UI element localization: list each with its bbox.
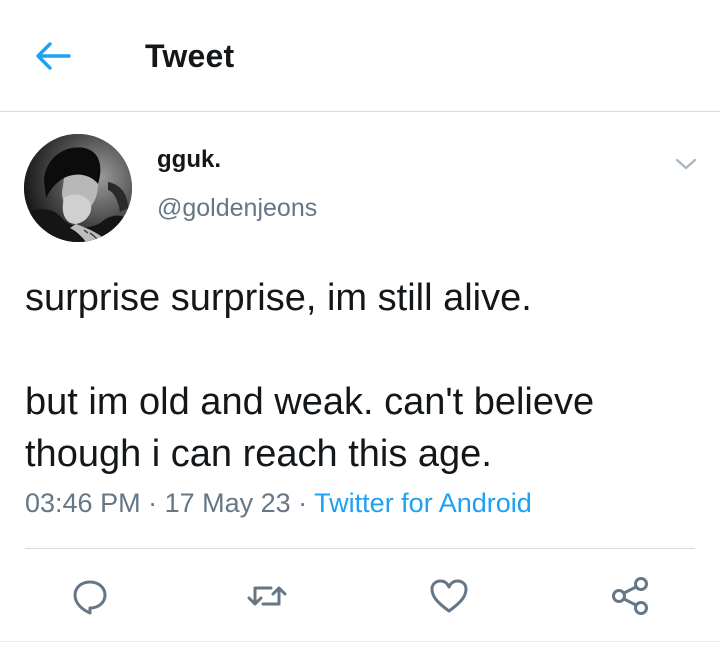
divider xyxy=(25,548,695,549)
share-icon xyxy=(612,577,648,615)
divider xyxy=(0,641,720,642)
more-options-button[interactable] xyxy=(668,150,704,178)
meta-separator: · xyxy=(140,488,165,518)
retweet-icon xyxy=(247,586,287,606)
author-display-name[interactable]: gguk. xyxy=(157,146,221,174)
like-button[interactable] xyxy=(425,572,473,620)
like-icon xyxy=(430,579,468,613)
meta-separator: · xyxy=(290,488,315,518)
author-handle[interactable]: @goldenjeons xyxy=(157,194,317,223)
tweet-source-link[interactable]: Twitter for Android xyxy=(314,488,532,518)
top-app-bar: Tweet xyxy=(0,0,720,112)
back-button[interactable] xyxy=(30,36,76,76)
arrow-left-icon xyxy=(36,42,71,70)
avatar[interactable] xyxy=(24,134,132,242)
tweet-text-line: surprise surprise, im still alive. xyxy=(25,277,532,319)
profile-photo xyxy=(24,134,132,242)
page-title: Tweet xyxy=(145,38,235,74)
share-button[interactable] xyxy=(606,572,654,620)
reply-button[interactable] xyxy=(66,572,114,620)
tweet-text: surprise surprise, im still alive. but i… xyxy=(25,272,695,480)
tweet-time: 03:46 PM xyxy=(25,488,141,518)
tweet-text-line: but im old and weak. can't believe xyxy=(25,381,595,423)
tweet-date: 17 May 23 xyxy=(164,488,291,518)
tweet-detail-screen: Tweet gguk. @goldenjeons surprise surpri… xyxy=(0,0,720,645)
tweet-text-line: though i can reach this age. xyxy=(25,433,492,475)
chevron-down-icon xyxy=(675,158,697,170)
tweet-meta: 03:46 PM · 17 May 23 · Twitter for Andro… xyxy=(25,488,532,519)
reply-icon xyxy=(73,580,107,615)
retweet-button[interactable] xyxy=(243,572,291,620)
